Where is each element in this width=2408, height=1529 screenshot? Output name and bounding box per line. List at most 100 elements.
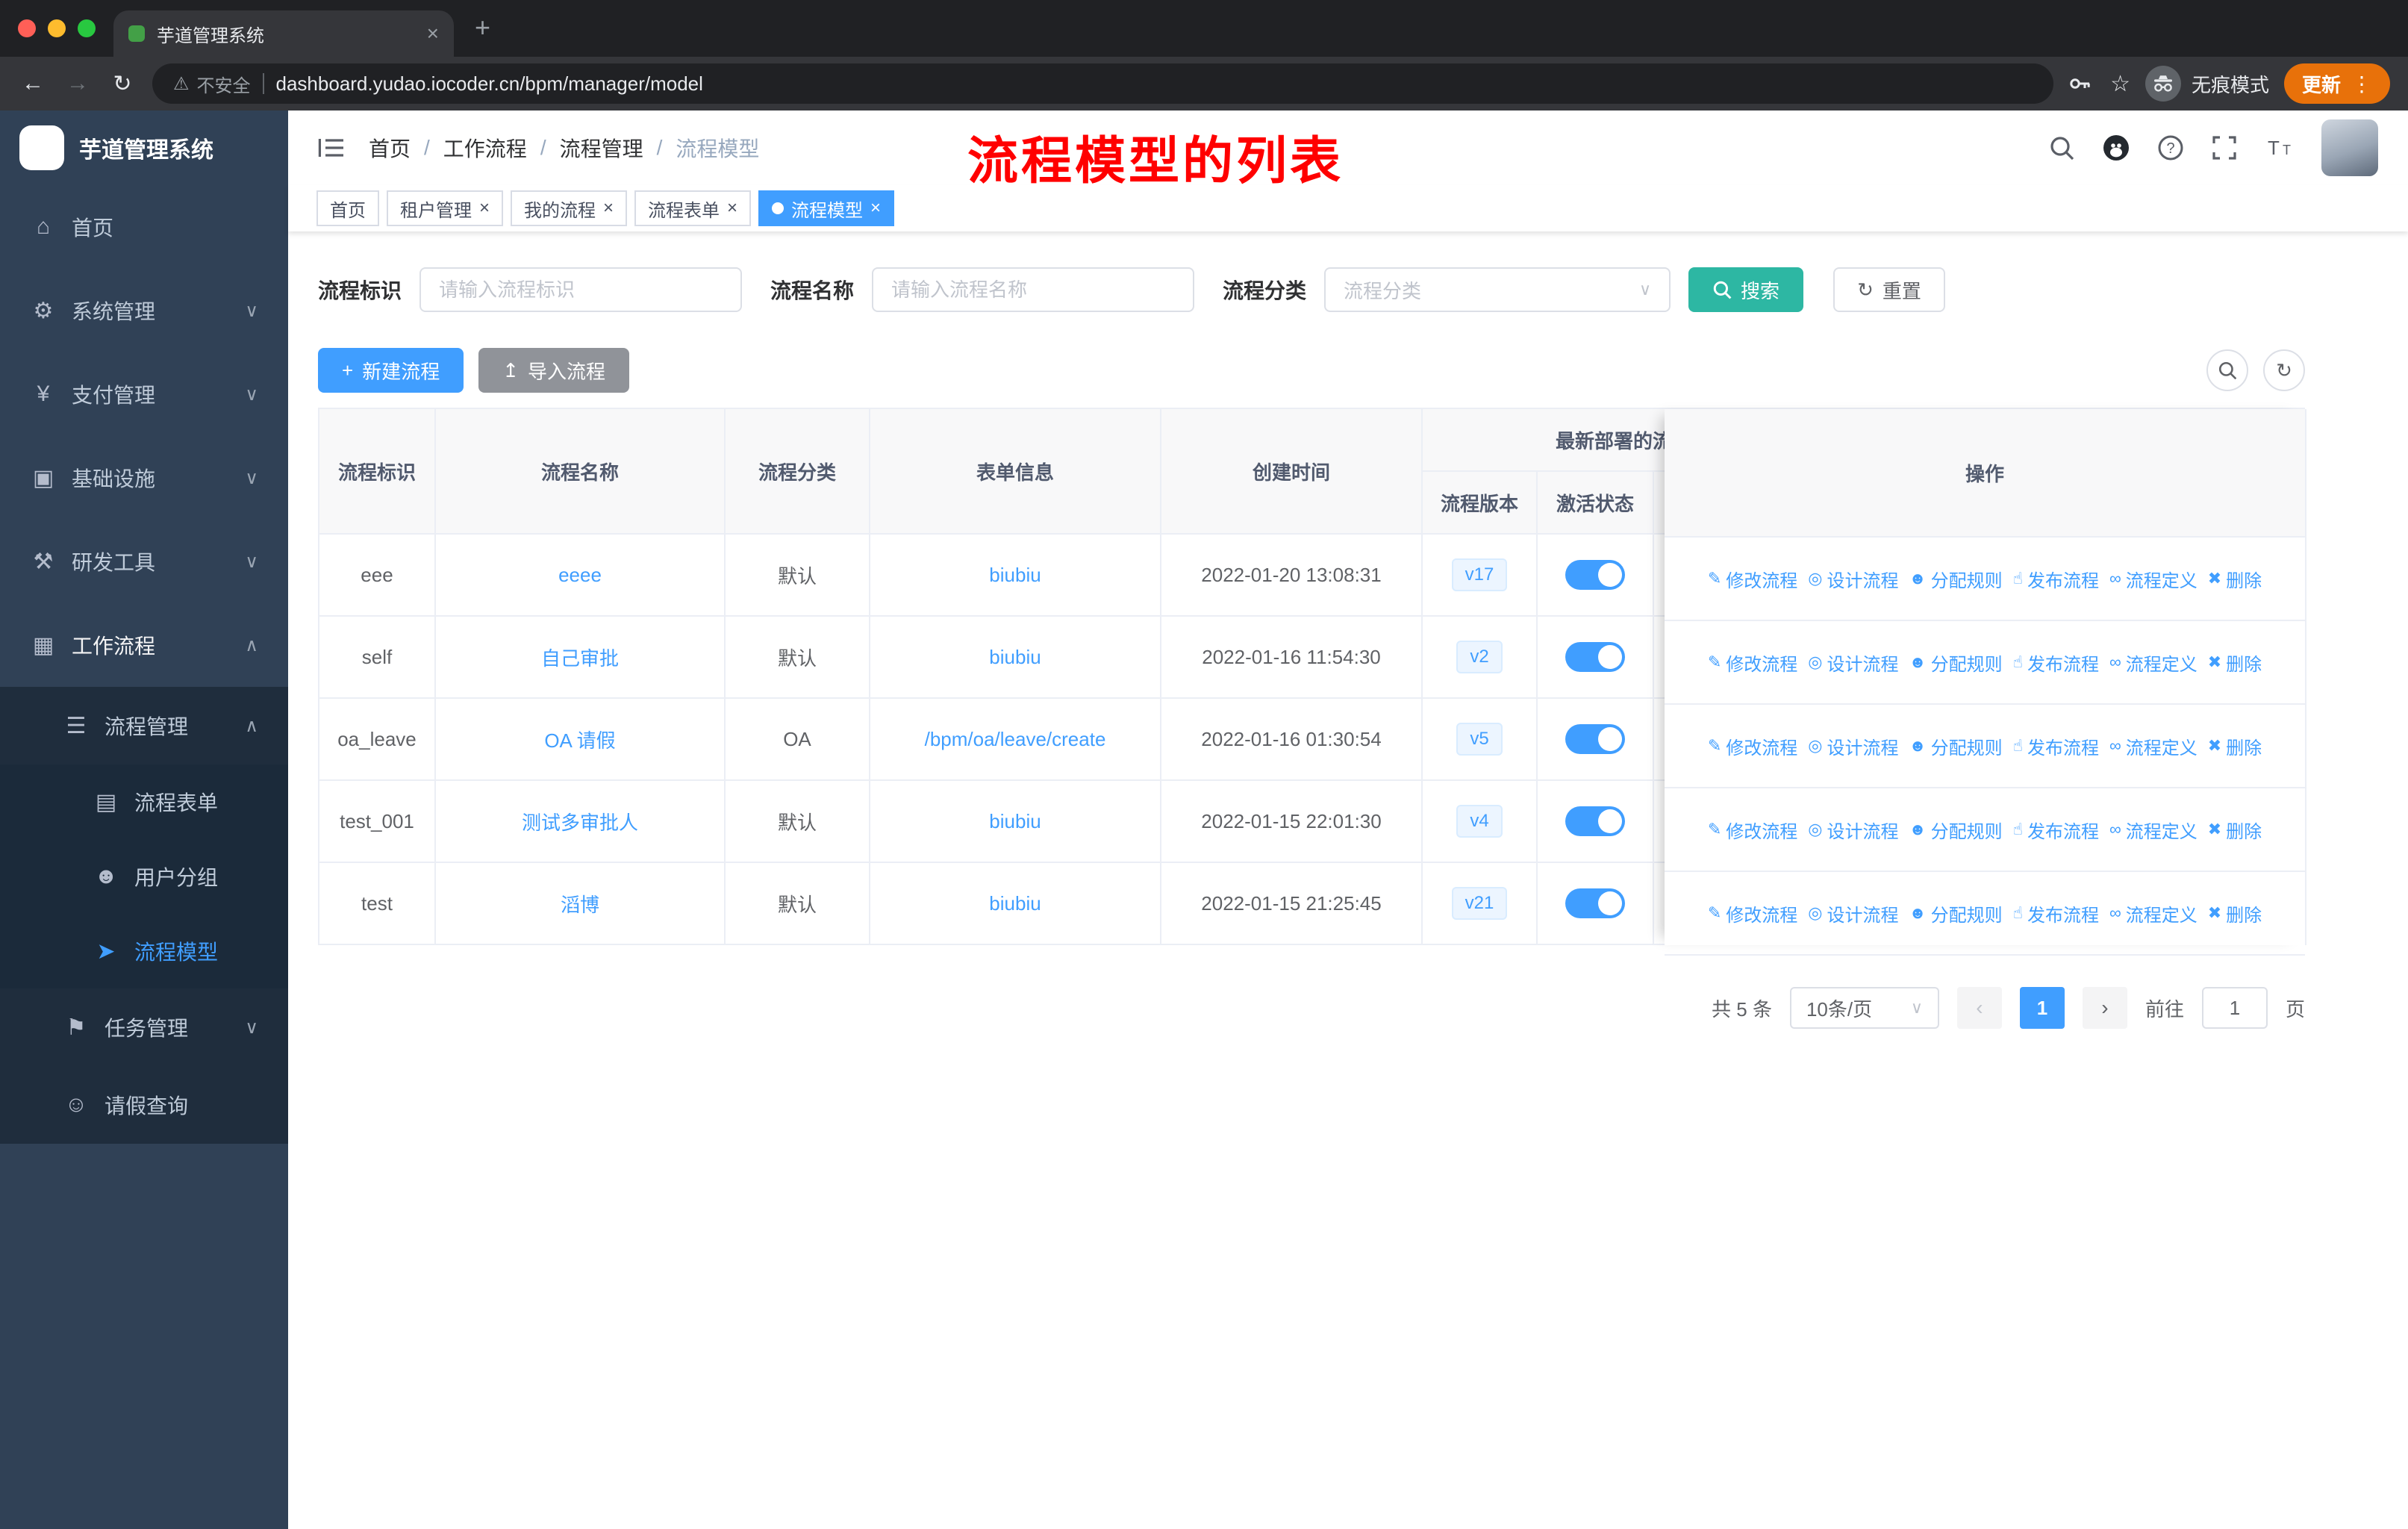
reset-button[interactable]: ↻ 重置 [1833, 267, 1945, 312]
breadcrumb-home[interactable]: 首页 [369, 133, 411, 163]
op-design-link[interactable]: ◎ 设计流程 [1808, 900, 1898, 927]
tab-close-icon[interactable]: × [427, 23, 439, 44]
op-definition-link[interactable]: ∞ 流程定义 [2109, 817, 2198, 843]
active-toggle[interactable] [1565, 888, 1625, 918]
tag-tenant-mgmt[interactable]: 租户管理 × [387, 190, 504, 226]
process-name-link[interactable]: eeee [558, 564, 602, 586]
close-window-button[interactable] [18, 19, 36, 37]
search-icon[interactable] [2048, 134, 2075, 161]
op-definition-link[interactable]: ∞ 流程定义 [2109, 566, 2198, 592]
sidebar-item-home[interactable]: ⌂ 首页 [0, 185, 288, 269]
address-bar[interactable]: ⚠ 不安全 dashboard.yudao.iocoder.cn/bpm/man… [152, 63, 2054, 104]
sidebar-item-workflow[interactable]: ▦ 工作流程 ∧ [0, 603, 288, 687]
minimize-window-button[interactable] [48, 19, 66, 37]
tag-home[interactable]: 首页 [316, 190, 379, 226]
op-definition-link[interactable]: ∞ 流程定义 [2109, 900, 2198, 927]
bookmark-star-icon[interactable]: ☆ [2110, 71, 2130, 97]
process-category-select[interactable]: 流程分类 ∨ [1324, 267, 1671, 312]
op-edit-link[interactable]: ✎ 修改流程 [1708, 650, 1797, 676]
active-toggle[interactable] [1565, 642, 1625, 672]
op-delete-link[interactable]: ✖ 删除 [2208, 817, 2262, 843]
next-page-button[interactable]: › [2082, 987, 2127, 1029]
op-publish-link[interactable]: ☝ 发布流程 [2013, 566, 2099, 592]
browser-update-button[interactable]: 更新 ⋮ [2283, 63, 2390, 104]
password-key-icon[interactable] [2068, 72, 2092, 96]
sidebar-item-system[interactable]: ⚙ 系统管理 ∨ [0, 269, 288, 352]
form-info-link[interactable]: /bpm/oa/leave/create [925, 728, 1106, 750]
toggle-search-button[interactable] [2206, 349, 2248, 391]
search-button[interactable]: 搜索 [1688, 267, 1804, 312]
prev-page-button[interactable]: ‹ [1956, 987, 2002, 1029]
security-status[interactable]: ⚠ 不安全 [173, 71, 251, 97]
collapse-menu-icon[interactable] [318, 136, 345, 160]
op-delete-link[interactable]: ✖ 删除 [2208, 733, 2262, 759]
font-size-icon[interactable]: TT [2265, 134, 2295, 161]
op-edit-link[interactable]: ✎ 修改流程 [1708, 817, 1797, 843]
sidebar-item-devtools[interactable]: ⚒ 研发工具 ∨ [0, 520, 288, 603]
op-edit-link[interactable]: ✎ 修改流程 [1708, 900, 1797, 927]
close-icon[interactable]: × [727, 199, 737, 217]
back-button[interactable]: ← [18, 71, 48, 96]
op-delete-link[interactable]: ✖ 删除 [2208, 566, 2262, 592]
close-icon[interactable]: × [603, 199, 614, 217]
form-info-link[interactable]: biubiu [989, 646, 1041, 668]
op-definition-link[interactable]: ∞ 流程定义 [2109, 650, 2198, 676]
op-design-link[interactable]: ◎ 设计流程 [1808, 733, 1898, 759]
browser-tab[interactable]: 芋道管理系统 × [113, 10, 454, 57]
op-publish-link[interactable]: ☝ 发布流程 [2013, 817, 2099, 843]
op-assign-link[interactable]: ☻ 分配规则 [1909, 650, 2002, 676]
close-icon[interactable]: × [870, 199, 881, 217]
op-assign-link[interactable]: ☻ 分配规则 [1909, 900, 2002, 927]
tag-process-form[interactable]: 流程表单 × [634, 190, 752, 226]
close-icon[interactable]: × [479, 199, 490, 217]
sidebar-item-process-mgmt[interactable]: ☰ 流程管理 ∧ [0, 687, 288, 764]
github-icon[interactable] [2102, 134, 2130, 162]
import-process-button[interactable]: ↥ 导入流程 [478, 348, 630, 393]
breadcrumb-workflow[interactable]: 工作流程 [443, 133, 527, 163]
process-name-link[interactable]: 自己审批 [541, 647, 619, 670]
process-name-link[interactable]: 滔博 [561, 894, 599, 916]
process-name-link[interactable]: 测试多审批人 [522, 812, 638, 834]
op-design-link[interactable]: ◎ 设计流程 [1808, 566, 1898, 592]
process-name-link[interactable]: OA 请假 [544, 729, 615, 752]
form-info-link[interactable]: biubiu [989, 892, 1041, 915]
op-design-link[interactable]: ◎ 设计流程 [1808, 817, 1898, 843]
process-name-input[interactable] [872, 267, 1195, 312]
breadcrumb-process-mgmt[interactable]: 流程管理 [560, 133, 643, 163]
op-edit-link[interactable]: ✎ 修改流程 [1708, 566, 1797, 592]
active-toggle[interactable] [1565, 724, 1625, 754]
op-delete-link[interactable]: ✖ 删除 [2208, 900, 2262, 927]
reload-button[interactable]: ↻ [107, 71, 137, 97]
op-assign-link[interactable]: ☻ 分配规则 [1909, 566, 2002, 592]
sidebar-item-infra[interactable]: ▣ 基础设施 ∨ [0, 436, 288, 520]
forward-button[interactable]: → [63, 71, 93, 96]
zoom-window-button[interactable] [78, 19, 96, 37]
tag-my-process[interactable]: 我的流程 × [511, 190, 628, 226]
op-assign-link[interactable]: ☻ 分配规则 [1909, 733, 2002, 759]
form-info-link[interactable]: biubiu [989, 564, 1041, 586]
op-delete-link[interactable]: ✖ 删除 [2208, 650, 2262, 676]
active-toggle[interactable] [1565, 560, 1625, 590]
op-assign-link[interactable]: ☻ 分配规则 [1909, 817, 2002, 843]
op-publish-link[interactable]: ☝ 发布流程 [2013, 900, 2099, 927]
active-toggle[interactable] [1565, 806, 1625, 836]
user-avatar[interactable] [2321, 119, 2378, 176]
sidebar-item-leave-query[interactable]: ☺ 请假查询 [0, 1066, 288, 1144]
sidebar-item-task-mgmt[interactable]: ⚑ 任务管理 ∨ [0, 988, 288, 1066]
op-publish-link[interactable]: ☝ 发布流程 [2013, 733, 2099, 759]
refresh-button[interactable]: ↻ [2263, 349, 2305, 391]
help-icon[interactable]: ? [2157, 134, 2184, 161]
process-id-input[interactable] [419, 267, 743, 312]
form-info-link[interactable]: biubiu [989, 810, 1041, 832]
fullscreen-icon[interactable] [2211, 134, 2238, 161]
sidebar-item-process-model[interactable]: ➤ 流程模型 [0, 914, 288, 988]
op-edit-link[interactable]: ✎ 修改流程 [1708, 733, 1797, 759]
page-size-select[interactable]: 10条/页 ∨ [1789, 987, 1939, 1029]
page-number-1[interactable]: 1 [2019, 987, 2065, 1029]
browser-menu-icon[interactable]: ⋮ [2351, 72, 2372, 96]
sidebar-item-payment[interactable]: ¥ 支付管理 ∨ [0, 352, 288, 436]
op-definition-link[interactable]: ∞ 流程定义 [2109, 733, 2198, 759]
tag-process-model[interactable]: 流程模型 × [758, 190, 895, 226]
op-design-link[interactable]: ◎ 设计流程 [1808, 650, 1898, 676]
goto-page-input[interactable] [2201, 987, 2268, 1029]
